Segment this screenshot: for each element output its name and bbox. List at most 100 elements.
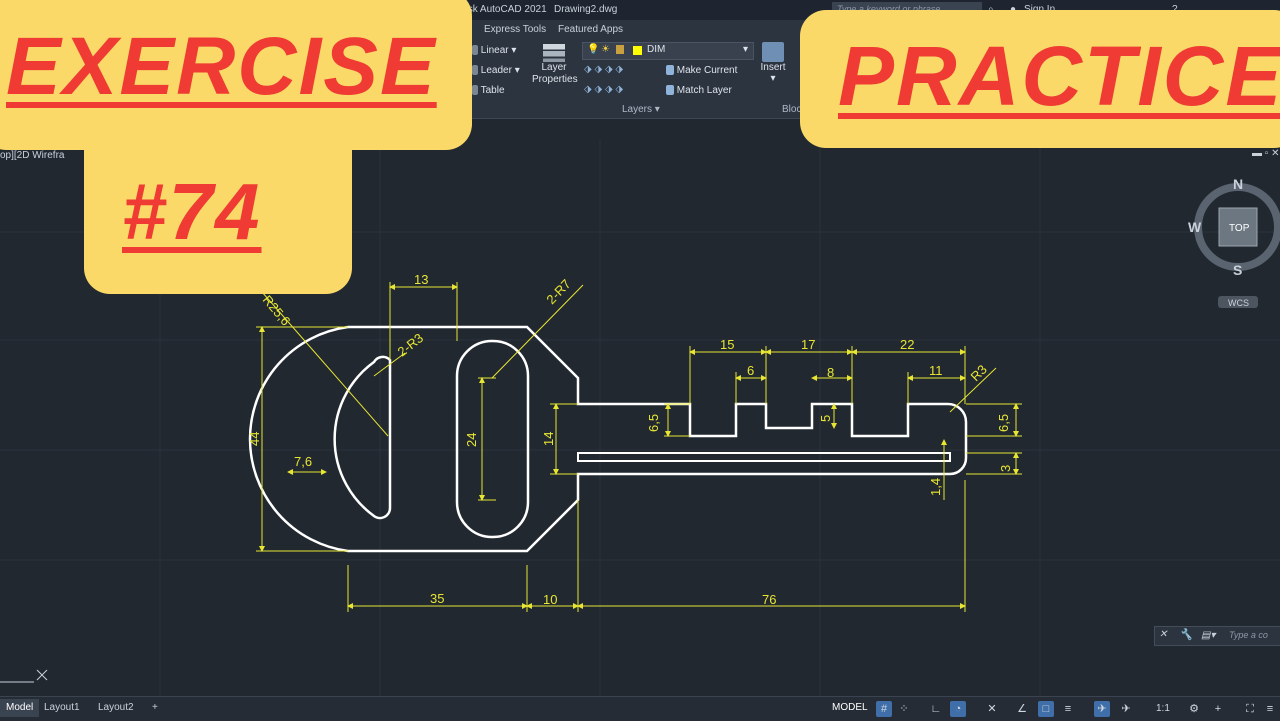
dim-6: 6 [747,363,754,378]
dimension-texts: 13 R25,6 2-R3 2-R7 15 17 22 6 8 11 R3 6,… [247,272,1013,607]
current-layer-name: DIM [647,44,666,55]
dim-1-4: 1,4 [928,478,943,496]
table-icon [472,85,478,96]
table-label: Table [480,85,505,96]
dim-r3: R3 [968,362,990,384]
dim-7-6: 7,6 [294,454,312,469]
command-close-icon[interactable]: ✕ [1159,629,1167,640]
ortho-icon[interactable]: ∟ [928,701,944,717]
scale-selector[interactable]: 1:1 [1156,703,1170,714]
leader-label: Leader [480,65,512,76]
grid-icon[interactable]: # [876,701,892,717]
isodraft-icon[interactable]: ✕ [984,701,1000,717]
layer-stack-icon [543,44,565,62]
layer-tools-row-2[interactable]: ⬗ ⬗ ⬗ ⬗ [584,84,623,95]
osnap-icon[interactable]: □ [1038,701,1054,717]
dim-8: 8 [827,365,834,380]
wrench-icon[interactable]: 🔧 [1179,628,1193,641]
dim-14: 14 [541,432,556,446]
dim-10: 10 [543,592,557,607]
file-name: Drawing2.dwg [554,4,618,15]
dim-5: 5 [818,415,833,422]
layer-color-swatch [633,46,642,55]
make-current-icon [666,65,674,76]
layer-tools-row-1[interactable]: ⬗ ⬗ ⬗ ⬗ [584,64,623,75]
layer-properties-button[interactable]: Layer Properties [532,42,578,98]
command-input[interactable]: Type a co [1229,630,1268,640]
model-space-toggle[interactable]: MODEL [832,702,868,713]
viewport-label[interactable]: op][2D Wirefra [0,150,64,161]
gear-icon[interactable]: ⚙ [1186,701,1202,717]
dim-76: 76 [762,592,776,607]
dim-22: 22 [900,337,914,352]
dim-13: 13 [414,272,428,287]
annotation-visibility-icon[interactable]: ✈ [1118,701,1134,717]
layers-panel-label: Layers [622,104,653,115]
lineweight-icon[interactable]: ≡ [1060,701,1076,717]
exercise-number: #74 [122,167,262,256]
practice-title: PRACTICE [838,29,1280,123]
snap-icon[interactable]: ⁘ [896,701,912,717]
dim-6-5-left: 6,5 [646,414,661,432]
dim-24: 24 [464,433,479,447]
layers-panel-title[interactable]: Layers ▾ [622,104,660,115]
dim-11: 11 [929,363,943,378]
viewcube-compass-ring [1194,183,1280,271]
match-layer-label: Match Layer [676,85,732,96]
add-layout-button[interactable]: + [146,699,164,717]
insert-block-icon [762,42,784,62]
tab-layout1[interactable]: Layout1 [38,699,86,717]
lightbulb-icon: 💡 [587,44,600,55]
annotation-scale-icon[interactable]: ✈ [1094,701,1110,717]
viewcube-south: S [1233,262,1242,278]
dimension-lines [256,282,1022,612]
viewcube-top: TOP [1229,223,1250,234]
command-line[interactable]: ✕ 🔧 ▤▾ Type a co [1154,626,1280,646]
viewcube: TOP N S W WCS [1188,176,1280,308]
viewport-window-controls[interactable]: ▬ ▫ ✕ [1252,148,1279,159]
tab-express-tools[interactable]: Express Tools [484,24,546,35]
leader-icon [472,65,478,76]
linear-icon [472,45,478,56]
dim-44: 44 [247,432,262,446]
lock-icon [616,45,624,54]
match-layer-button[interactable]: Match Layer [666,85,732,96]
dim-35: 35 [430,591,444,606]
dim-3: 3 [998,465,1013,472]
dim-2-r3: 2-R3 [395,330,426,359]
dim-2-r7: 2-R7 [543,276,573,307]
linear-button[interactable]: Linear ▾ [472,45,516,56]
status-bar: Model Layout1 Layout2 + MODEL # ⁘ ∟ ◔ ✕ … [0,696,1280,721]
viewcube-wcs: WCS [1228,298,1249,308]
viewcube-north: N [1233,176,1243,192]
osnap-tracking-icon[interactable]: ∠ [1014,701,1030,717]
viewcube-west: W [1188,219,1202,235]
exercise-title: EXERCISE [6,21,437,112]
fullscreen-icon[interactable]: ⛶ [1242,701,1258,717]
chevron-down-icon: ▾ [743,44,749,55]
tab-layout2[interactable]: Layout2 [92,699,140,717]
dim-15: 15 [720,337,734,352]
dim-17: 17 [801,337,815,352]
table-button[interactable]: Table [472,85,505,96]
match-layer-icon [666,85,674,96]
make-current-label: Make Current [676,65,738,76]
layer-dropdown[interactable]: 💡 ☀ DIM ▾ [582,42,754,60]
insert-chevron-icon: ▾ [770,73,776,84]
leader-button[interactable]: Leader ▾ [472,65,520,76]
block-panel-title[interactable]: Bloc [782,104,801,115]
linear-label: Linear [480,45,509,56]
insert-button[interactable]: Insert ▾ [758,42,788,102]
dim-r25-6: R25,6 [260,292,294,328]
polar-icon[interactable]: ◔ [950,701,966,717]
plus-icon[interactable]: + [1210,701,1226,717]
command-history-icon[interactable]: ▤▾ [1201,630,1215,641]
tab-model[interactable]: Model [0,699,40,717]
ucs-icon [0,669,48,683]
tab-featured-apps[interactable]: Featured Apps [558,24,623,35]
viewcube-top-face [1218,207,1258,247]
make-current-button[interactable]: Make Current [666,65,737,76]
key-outline [248,325,968,553]
customize-menu-icon[interactable]: ≡ [1262,701,1278,717]
sun-icon: ☀ [601,44,610,55]
